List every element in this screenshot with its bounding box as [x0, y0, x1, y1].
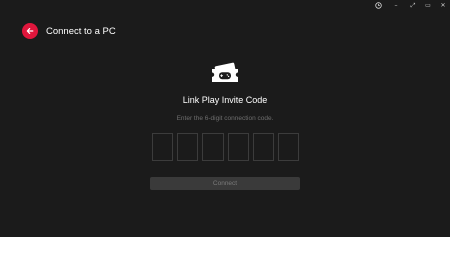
title-bar: – ⤢ ▭ ✕	[0, 0, 450, 11]
code-digit-5[interactable]	[252, 133, 274, 161]
page-header: Connect to a PC	[22, 23, 116, 39]
arrow-left-icon	[26, 28, 34, 34]
code-digit-2[interactable]	[177, 133, 199, 161]
code-digit-1[interactable]	[152, 133, 174, 161]
code-input-group	[152, 133, 300, 161]
game-ticket-icon	[212, 62, 238, 82]
connect-button[interactable]: Connect	[150, 177, 300, 190]
history-button[interactable]	[370, 0, 386, 11]
code-digit-4[interactable]	[227, 133, 249, 161]
close-button[interactable]: ✕	[435, 0, 450, 11]
app-window: – ⤢ ▭ ✕ Connect to a PC Link Play Invite…	[0, 0, 450, 237]
invite-code-instructions: Enter the 6-digit connection code.	[176, 115, 274, 122]
minimize-button[interactable]: –	[388, 0, 404, 11]
restore-button[interactable]: ▭	[420, 0, 436, 11]
code-digit-3[interactable]	[202, 133, 224, 161]
back-button[interactable]	[22, 23, 38, 39]
clock-icon	[374, 2, 382, 9]
invite-code-title: Link Play Invite Code	[182, 95, 268, 105]
expand-button[interactable]: ⤢	[405, 0, 421, 11]
code-digit-6[interactable]	[277, 133, 300, 161]
page-title: Connect to a PC	[46, 25, 116, 37]
